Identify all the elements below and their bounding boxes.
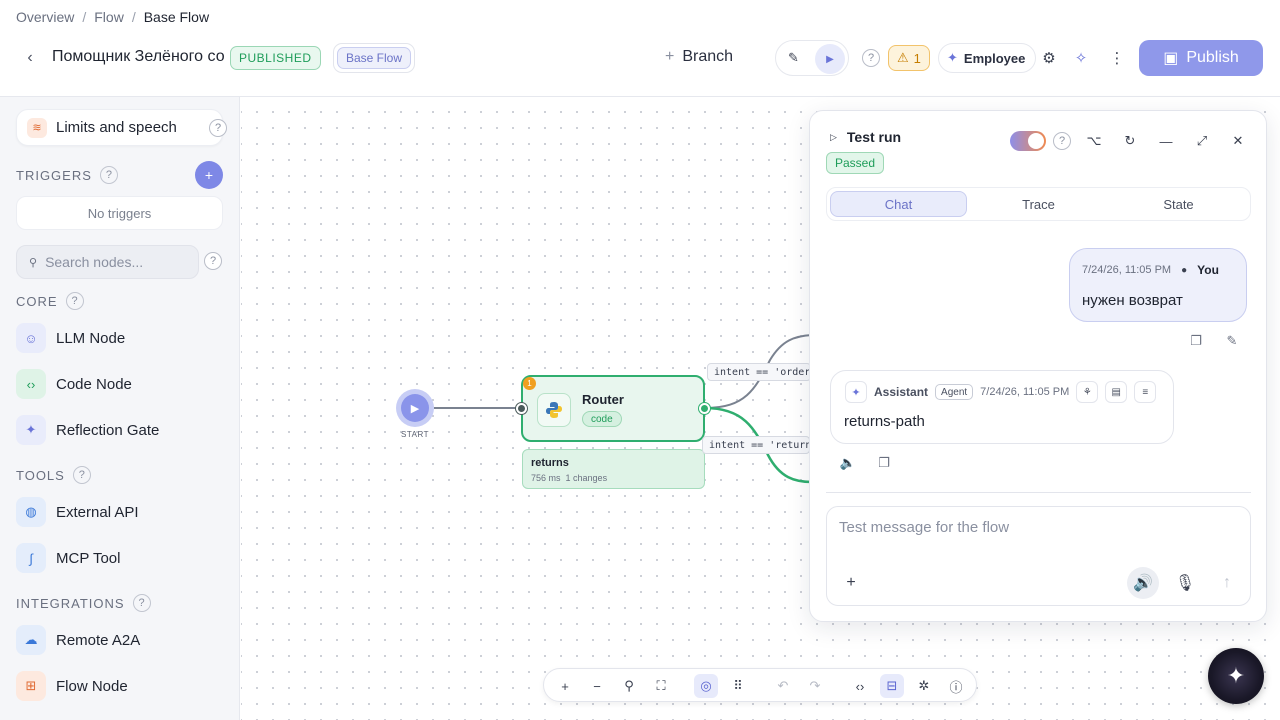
reset-icon[interactable]: ↻ bbox=[1120, 131, 1140, 151]
mic-off-icon[interactable]: 🎙 bbox=[1169, 567, 1201, 599]
python-icon bbox=[537, 393, 571, 427]
help-icon[interactable]: ⓘ bbox=[944, 674, 968, 698]
test-message-input[interactable] bbox=[839, 519, 1239, 549]
assistant-author: Assistant bbox=[874, 385, 929, 399]
trace-duration: 756 ms bbox=[531, 473, 561, 483]
edit-pencil-icon[interactable]: ✎ bbox=[1220, 329, 1244, 353]
sparkle-icon: ✦ bbox=[1226, 663, 1246, 688]
router-node-type-tag: code bbox=[582, 411, 622, 427]
add-attachment-icon[interactable]: + bbox=[835, 567, 867, 599]
user-message: 7/24/26, 11:05 PM ● You нужен возврат bbox=[1069, 248, 1247, 322]
list-icon[interactable]: ≡ bbox=[1134, 381, 1157, 403]
router-node-name: Router bbox=[582, 392, 624, 407]
assistant-message-text: returns-path bbox=[844, 413, 925, 430]
person-icon: ● bbox=[1181, 264, 1188, 276]
auto-layout-icon[interactable]: ⊟ bbox=[880, 674, 904, 698]
node-issue-count: 1 bbox=[523, 377, 536, 390]
fit-view-icon[interactable]: ⛶ bbox=[649, 674, 673, 698]
user-message-timestamp: 7/24/26, 11:05 PM bbox=[1082, 264, 1172, 276]
assistant-timestamp: 7/24/26, 11:05 PM bbox=[980, 386, 1070, 398]
edge-label-returns[interactable]: intent == 'returns bbox=[702, 436, 810, 454]
focus-target-icon[interactable]: ◎ bbox=[694, 674, 718, 698]
redo-icon[interactable]: ↷ bbox=[803, 674, 827, 698]
undo-icon[interactable]: ↶ bbox=[771, 674, 795, 698]
speaker-icon[interactable]: 🔈 bbox=[836, 451, 860, 475]
expand-icon[interactable]: ⤢ bbox=[1192, 131, 1212, 151]
zoom-out-icon[interactable]: − bbox=[585, 674, 609, 698]
document-icon[interactable]: ▤ bbox=[1105, 381, 1128, 403]
graph-icon[interactable]: ✲ bbox=[912, 674, 936, 698]
test-status-badge: Passed bbox=[826, 152, 885, 174]
user-message-text: нужен возврат bbox=[1082, 292, 1183, 309]
trace-meta: 756 ms 1 changes bbox=[531, 473, 607, 483]
send-arrow-icon[interactable]: ↑ bbox=[1211, 567, 1243, 599]
user-message-meta: 7/24/26, 11:05 PM ● You bbox=[1082, 263, 1219, 277]
edge-label-order[interactable]: intent == 'order' bbox=[707, 363, 811, 381]
minimize-icon[interactable]: — bbox=[1156, 131, 1176, 151]
help-icon[interactable]: ? bbox=[1053, 132, 1071, 150]
tab-state[interactable]: State bbox=[1110, 191, 1247, 217]
search-icon[interactable]: ⚲ bbox=[617, 674, 641, 698]
flow-graph-icon[interactable]: ⌥ bbox=[1084, 131, 1104, 151]
copy-icon[interactable]: ❐ bbox=[872, 451, 896, 475]
toggle-knob bbox=[1028, 133, 1044, 149]
collapse-triangle-icon: ▷ bbox=[830, 131, 837, 142]
start-node[interactable]: ▶ bbox=[396, 389, 434, 427]
speaker-icon[interactable]: 🔊 bbox=[1127, 567, 1159, 599]
python-icon[interactable]: ⚘ bbox=[1076, 381, 1099, 403]
test-run-title-text: Test run bbox=[846, 129, 902, 145]
test-run-tabs: Chat Trace State bbox=[826, 187, 1251, 221]
router-output-port[interactable] bbox=[699, 403, 710, 414]
code-view-icon[interactable]: ‹› bbox=[848, 674, 872, 698]
drag-grid-icon[interactable]: ⠿ bbox=[726, 674, 750, 698]
router-trace-summary[interactable]: returns 756 ms 1 changes bbox=[522, 449, 705, 489]
tab-trace[interactable]: Trace bbox=[970, 191, 1107, 217]
trace-title: returns bbox=[531, 457, 569, 469]
start-label: START bbox=[401, 430, 429, 439]
assistant-message: ✦ Assistant Agent 7/24/26, 11:05 PM ⚘ ▤ … bbox=[830, 370, 1174, 444]
sparkle-icon: ✦ bbox=[845, 381, 867, 403]
ai-assistant-orb[interactable]: ✦ bbox=[1208, 648, 1264, 704]
composer-divider bbox=[826, 492, 1251, 493]
trace-changes: 1 changes bbox=[565, 473, 608, 483]
play-icon: ▶ bbox=[401, 394, 429, 422]
test-run-panel: ▷ Test run Passed ? ⌥ ↻ — ⤢ ✕ Chat Trace… bbox=[809, 110, 1267, 622]
agent-role-badge: Agent bbox=[935, 384, 974, 400]
test-run-title[interactable]: ▷ Test run bbox=[830, 129, 901, 145]
router-node[interactable]: 1 Router code bbox=[521, 375, 705, 442]
canvas-toolbar: + − ⚲ ⛶ ◎ ⠿ ↶ ↷ ‹› ⊟ ✲ ⓘ bbox=[543, 668, 977, 702]
voice-mode-toggle[interactable] bbox=[1010, 131, 1046, 151]
close-icon[interactable]: ✕ bbox=[1228, 131, 1248, 151]
tab-chat[interactable]: Chat bbox=[830, 191, 967, 217]
router-input-port[interactable] bbox=[516, 403, 527, 414]
zoom-in-icon[interactable]: + bbox=[553, 674, 577, 698]
user-message-author: You bbox=[1197, 263, 1219, 277]
copy-icon[interactable]: ❐ bbox=[1184, 329, 1208, 353]
message-composer: + 🔊 🎙 ↑ bbox=[826, 506, 1251, 606]
assistant-message-meta: ✦ Assistant Agent 7/24/26, 11:05 PM ⚘ ▤ … bbox=[845, 381, 1157, 403]
